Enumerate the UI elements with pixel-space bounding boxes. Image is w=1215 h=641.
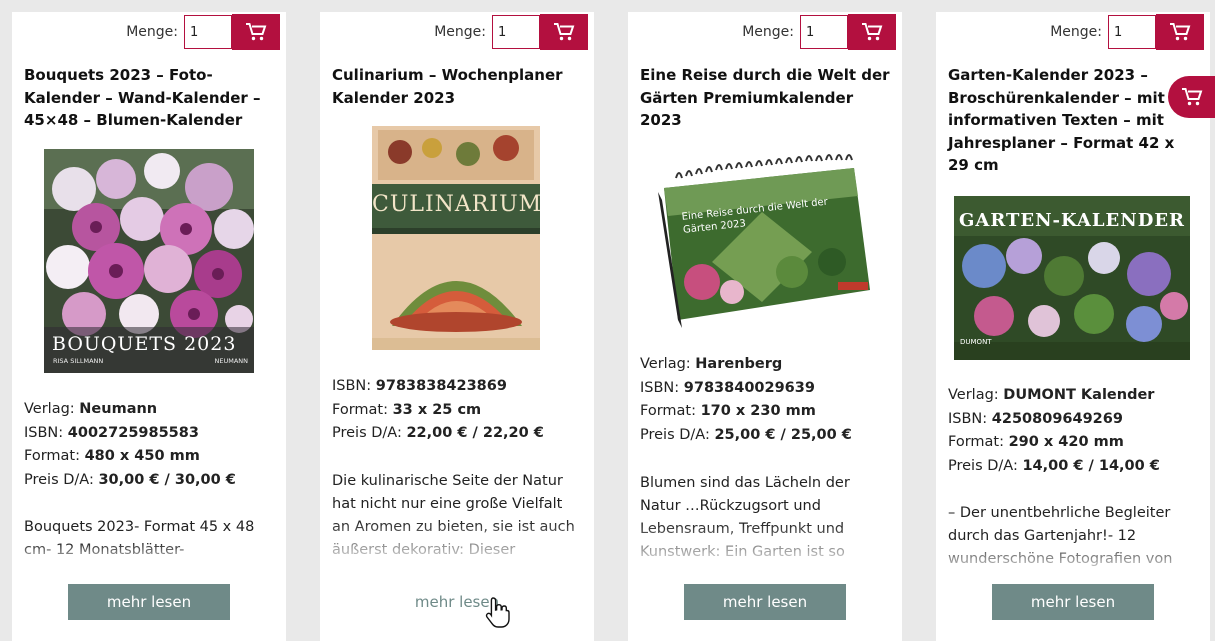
price-value: 25,00 € / 25,00 € (714, 426, 852, 443)
product-description: – Der unentbehrliche Begleiter durch das… (948, 505, 1173, 567)
product-image[interactable]: Eine Reise durch die Welt der Gärten 202… (642, 152, 884, 340)
image-caption: BOUQUETS 2023 (52, 333, 237, 355)
image-subcaption: RISA SILLMANN (53, 357, 104, 365)
quantity-input[interactable] (1108, 15, 1156, 49)
floating-cart-button[interactable] (1168, 76, 1215, 118)
quantity-row: Menge: (742, 14, 896, 50)
format-value: 170 x 230 mm (700, 403, 816, 419)
isbn-label: ISBN: (24, 424, 64, 441)
product-card: Menge: Bouquets 2023 – Foto-Kalender – W… (12, 12, 286, 641)
isbn-value: 4250809649269 (991, 410, 1123, 427)
product-meta: Verlag: DUMONT Kalender ISBN: 4250809649… (948, 384, 1202, 478)
add-to-cart-button[interactable] (232, 14, 280, 50)
quantity-input[interactable] (800, 15, 848, 49)
product-title[interactable]: Garten-Kalender 2023 – Broschürenkalende… (948, 64, 1182, 177)
price-value: 30,00 € / 30,00 € (98, 471, 236, 488)
read-more-button[interactable]: mehr lesen (376, 584, 538, 620)
product-description: Bouquets 2023- Format 45 x 48 cm- 12 Mon… (24, 519, 255, 558)
quantity-row: Menge: (434, 14, 588, 50)
quantity-label: Menge: (434, 24, 486, 40)
quantity-label: Menge: (742, 24, 794, 40)
format-value: 290 x 420 mm (1008, 434, 1124, 450)
read-more-button[interactable]: mehr lesen (68, 584, 230, 620)
add-to-cart-button[interactable] (540, 14, 588, 50)
product-description: Blumen sind das Lächeln der Natur …Rückz… (640, 475, 850, 560)
format-label: Format: (948, 434, 1004, 450)
product-title[interactable]: Bouquets 2023 – Foto-Kalender – Wand-Kal… (24, 64, 276, 132)
cart-icon (246, 23, 267, 41)
product-title[interactable]: Eine Reise durch die Welt der Gärten Pre… (640, 64, 892, 132)
verlag-value: DUMONT Kalender (1003, 387, 1155, 403)
quantity-label: Menge: (1050, 24, 1102, 40)
verlag-value: Neumann (79, 401, 158, 417)
isbn-label: ISBN: (640, 379, 680, 396)
isbn-value: 4002725985583 (67, 424, 199, 441)
quantity-input[interactable] (184, 15, 232, 49)
image-caption: GARTEN-KALENDER (958, 210, 1186, 231)
product-description: Die kulinarische Seite der Natur hat nic… (332, 473, 575, 558)
read-more-button[interactable]: mehr lesen (992, 584, 1154, 620)
product-meta: Verlag: Neumann ISBN: 4002725985583 Form… (24, 398, 278, 492)
image-brand: DUMONT (960, 338, 992, 346)
product-card: Menge: Garten-Kalender 2023 – Broschüren… (936, 12, 1210, 641)
image-brand: NEUMANN (214, 357, 248, 365)
cart-icon (1170, 23, 1191, 41)
format-label: Format: (24, 448, 80, 464)
isbn-value: 9783838423869 (375, 378, 507, 394)
format-label: Format: (640, 403, 696, 419)
isbn-label: ISBN: (948, 410, 988, 427)
verlag-value: Harenberg (695, 356, 783, 372)
product-image[interactable]: GARTEN-KALENDER DUMONT (954, 196, 1190, 360)
verlag-label: Verlag: (24, 401, 75, 417)
quantity-row: Menge: (126, 14, 280, 50)
verlag-label: Verlag: (948, 387, 999, 403)
format-value: 33 x 25 cm (392, 401, 482, 418)
quantity-label: Menge: (126, 24, 178, 40)
image-caption: CULINARIUM (372, 192, 540, 217)
product-meta: Verlag: Harenberg ISBN: 9783840029639 Fo… (640, 353, 894, 447)
price-label: Preis D/A: (640, 426, 710, 443)
cart-icon (554, 23, 575, 41)
price-label: Preis D/A: (948, 457, 1018, 474)
price-value: 22,00 € / 22,20 € (406, 425, 544, 441)
product-image[interactable]: BOUQUETS 2023 RISA SILLMANN NEUMANN (44, 149, 254, 373)
verlag-label: Verlag: (640, 356, 691, 372)
quantity-row: Menge: (1050, 14, 1204, 50)
cart-icon (1181, 88, 1202, 106)
product-card: Menge: Culinarium – Wochenplaner Kalende… (320, 12, 594, 641)
product-title[interactable]: Culinarium – Wochenplaner Kalender 2023 (332, 64, 584, 109)
quantity-input[interactable] (492, 15, 540, 49)
product-card: Menge: Eine Reise durch die Welt der Gär… (628, 12, 902, 641)
price-value: 14,00 € / 14,00 € (1022, 457, 1160, 474)
price-label: Preis D/A: (332, 425, 402, 441)
format-value: 480 x 450 mm (84, 448, 200, 464)
read-more-button[interactable]: mehr lesen (684, 584, 846, 620)
add-to-cart-button[interactable] (1156, 14, 1204, 50)
isbn-label: ISBN: (332, 378, 372, 394)
format-label: Format: (332, 401, 388, 418)
cart-icon (862, 23, 883, 41)
isbn-value: 9783840029639 (683, 379, 815, 396)
product-meta: ISBN: 9783838423869 Format: 33 x 25 cm P… (332, 375, 586, 446)
price-label: Preis D/A: (24, 471, 94, 488)
add-to-cart-button[interactable] (848, 14, 896, 50)
hand-pointer-icon (485, 597, 510, 628)
product-image[interactable]: CULINARIUM (372, 126, 540, 350)
